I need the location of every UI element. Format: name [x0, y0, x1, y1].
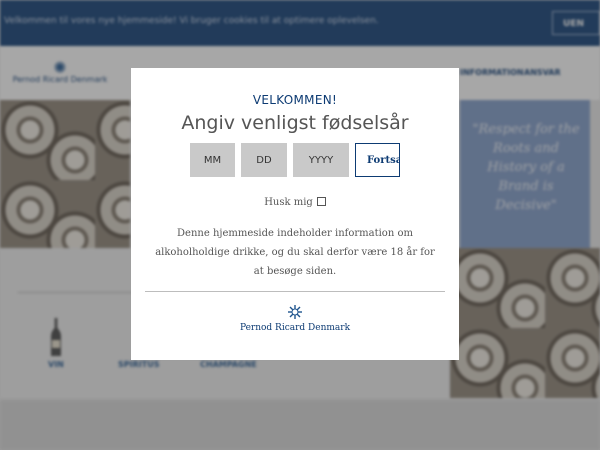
remember-me-label: Husk mig — [264, 197, 313, 208]
pernod-ricard-star-icon — [288, 305, 302, 319]
modal-logo-text: Pernod Ricard Denmark — [239, 323, 351, 333]
remember-me-checkbox[interactable] — [316, 197, 326, 206]
month-input[interactable] — [190, 143, 235, 177]
age-disclaimer: Denne hjemmeside indeholder information … — [155, 228, 435, 277]
age-gate-heading: Angiv venligst fødselsår — [181, 112, 409, 134]
age-gate-modal: VELKOMMEN! Angiv venligst fødselsår Fort… — [131, 68, 459, 360]
day-input[interactable] — [241, 143, 287, 177]
modal-divider — [145, 291, 445, 292]
continue-button[interactable]: Fortsæt — [355, 143, 400, 177]
modal-logo: Pernod Ricard Denmark — [131, 303, 459, 333]
year-input[interactable] — [293, 143, 349, 177]
welcome-text: VELKOMMEN! — [252, 93, 338, 107]
remember-me: Husk mig — [131, 197, 459, 208]
